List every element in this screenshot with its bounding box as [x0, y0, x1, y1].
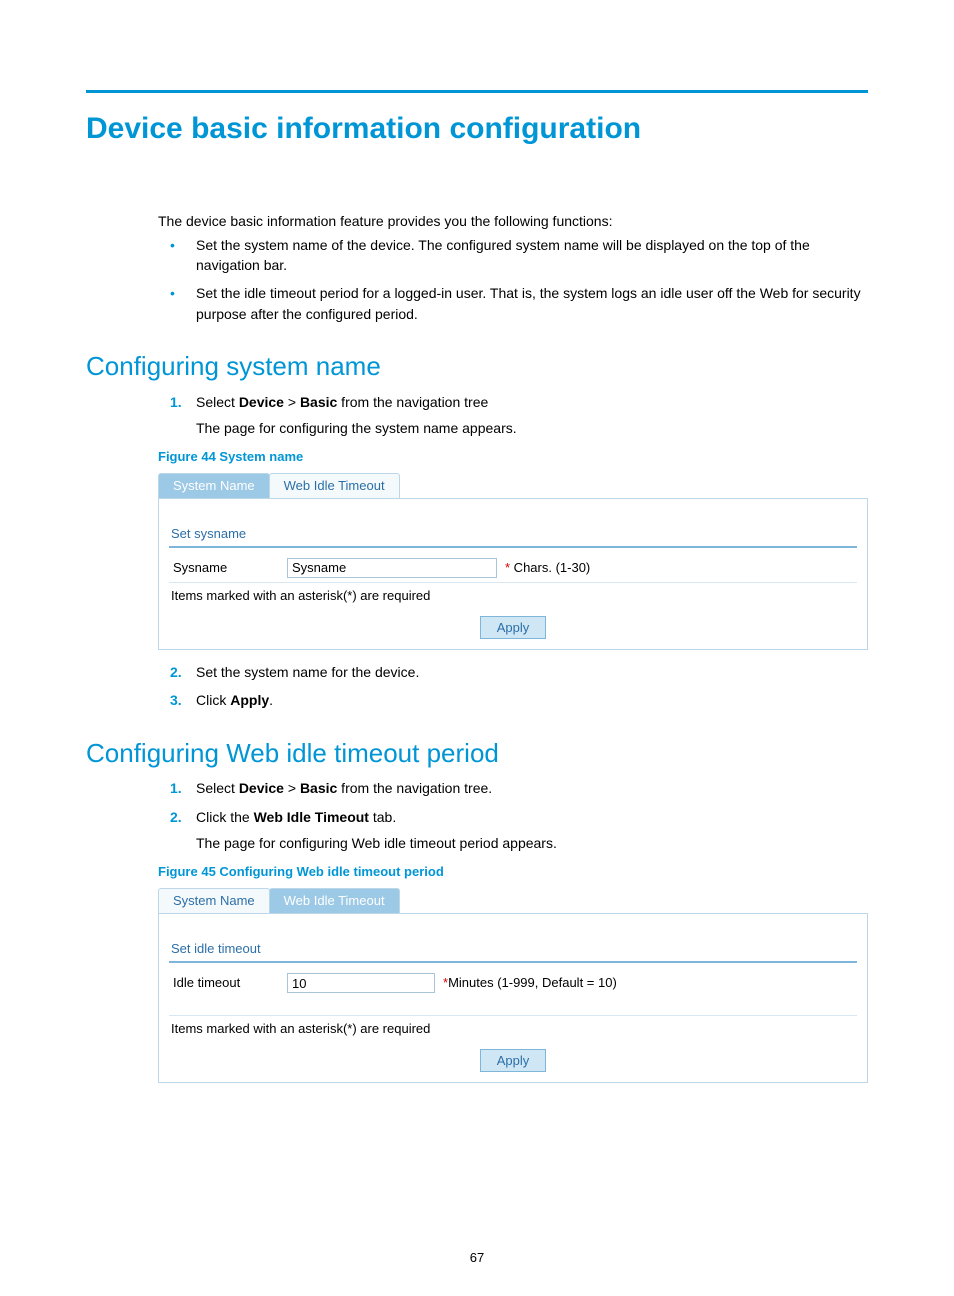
figure-idle-timeout: System Name Web Idle Timeout Set idle ti… [158, 888, 868, 1083]
section-heading-idle: Configuring Web idle timeout period [86, 735, 868, 773]
step-subtext: The page for configuring the system name… [196, 418, 868, 438]
idle-timeout-input[interactable] [287, 973, 435, 993]
page-title: Device basic information configuration [86, 107, 868, 151]
fieldset-legend: Set sysname [169, 525, 857, 548]
step-text: from the navigation tree [337, 394, 488, 410]
idle-timeout-help: *Minutes (1-999, Default = 10) [435, 974, 617, 993]
bullet-item: Set the system name of the device. The c… [196, 235, 868, 276]
idle-timeout-label: Idle timeout [169, 974, 287, 993]
step-text: from the navigation tree. [337, 780, 492, 796]
figure-caption: Figure 44 System name [158, 448, 868, 467]
nav-device: Device [239, 780, 284, 796]
tab-system-name[interactable]: System Name [158, 888, 270, 914]
step-item: Click the Web Idle Timeout tab. The page… [196, 807, 868, 854]
nav-sep: > [284, 394, 300, 410]
figure-sysname: System Name Web Idle Timeout Set sysname… [158, 473, 868, 650]
required-note: Items marked with an asterisk(*) are req… [169, 583, 857, 606]
page-number: 67 [0, 1249, 954, 1268]
step-text: tab. [369, 809, 396, 825]
step-item: Set the system name for the device. [196, 662, 868, 682]
sysname-help: * Chars. (1-30) [497, 559, 590, 578]
step-subtext: The page for configuring Web idle timeou… [196, 833, 868, 853]
tab-web-idle-timeout[interactable]: Web Idle Timeout [269, 888, 400, 914]
tab-spacer [399, 888, 868, 914]
step-text: . [269, 692, 273, 708]
help-text: Chars. (1-30) [510, 560, 590, 575]
tab-name-text: Web Idle Timeout [254, 809, 369, 825]
nav-basic: Basic [300, 394, 337, 410]
step-text: Click [196, 692, 230, 708]
sysname-input[interactable] [287, 558, 497, 578]
nav-device: Device [239, 394, 284, 410]
bullet-item: Set the idle timeout period for a logged… [196, 283, 868, 324]
apply-button[interactable]: Apply [480, 1049, 547, 1072]
tab-system-name[interactable]: System Name [158, 473, 270, 499]
section-heading-sysname: Configuring system name [86, 348, 868, 386]
nav-sep: > [284, 780, 300, 796]
tab-spacer [399, 473, 868, 499]
step-text: Click the [196, 809, 254, 825]
step-text: Select [196, 394, 239, 410]
figure-caption: Figure 45 Configuring Web idle timeout p… [158, 863, 868, 882]
step-item: Click Apply. [196, 690, 868, 710]
apply-button[interactable]: Apply [480, 616, 547, 639]
fieldset-legend: Set idle timeout [169, 940, 857, 963]
nav-basic: Basic [300, 780, 337, 796]
step-item: Select Device > Basic from the navigatio… [196, 778, 868, 798]
step-item: Select Device > Basic from the navigatio… [196, 392, 868, 439]
step-text: Select [196, 780, 239, 796]
intro-text: The device basic information feature pro… [158, 211, 868, 231]
tab-web-idle-timeout[interactable]: Web Idle Timeout [269, 473, 400, 499]
help-text: Minutes (1-999, Default = 10) [448, 975, 617, 990]
required-note: Items marked with an asterisk(*) are req… [169, 1016, 857, 1039]
apply-text: Apply [230, 692, 269, 708]
sysname-label: Sysname [169, 559, 287, 578]
